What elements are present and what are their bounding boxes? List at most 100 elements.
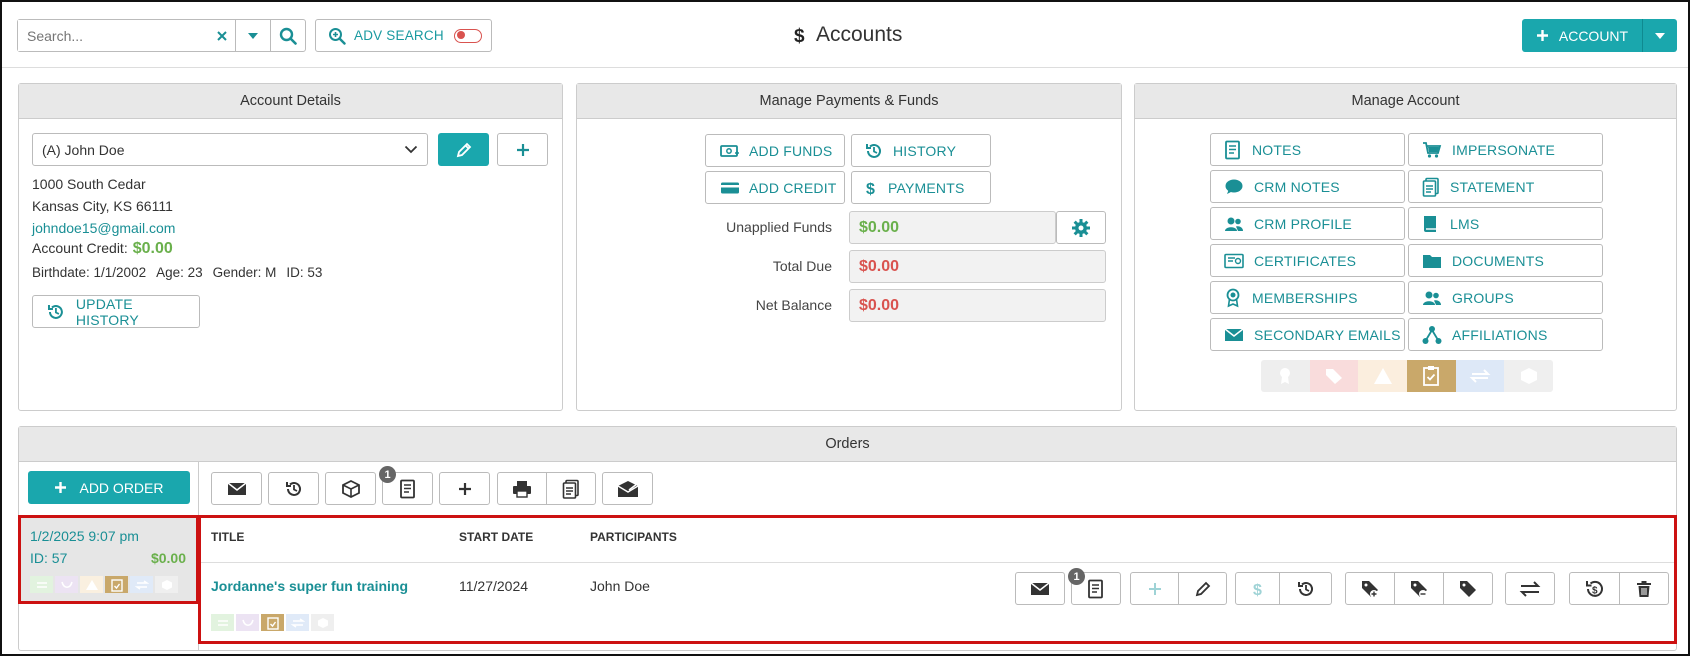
adv-search-button[interactable]: ADV SEARCH <box>315 19 492 52</box>
plus-icon <box>1148 582 1161 595</box>
item-payment-button[interactable]: $ <box>1235 572 1280 605</box>
history-icon <box>47 304 63 319</box>
item-email-button[interactable] <box>1015 572 1065 605</box>
item-participants: John Doe <box>590 578 650 594</box>
notes-icon <box>399 479 415 498</box>
order-chip-checklist <box>105 576 128 593</box>
search-dropdown-button[interactable] <box>235 20 270 51</box>
email-link[interactable]: johndoe15@gmail.com <box>32 220 175 236</box>
item-remove-tag-button[interactable] <box>1394 572 1444 605</box>
order-email-transfer-button[interactable] <box>602 472 653 505</box>
history-button[interactable]: HISTORY <box>851 134 991 167</box>
update-history-button[interactable]: UPDATE HISTORY <box>32 295 200 328</box>
book-icon <box>1424 215 1436 232</box>
crm-profile-label: CRM PROFILE <box>1254 215 1352 232</box>
status-box-chip[interactable] <box>1504 360 1553 392</box>
users-icon <box>1423 291 1441 305</box>
affiliations-label: AFFILIATIONS <box>1452 326 1548 343</box>
tag-minus-icon <box>1411 580 1427 598</box>
item-add-button[interactable] <box>1130 572 1179 605</box>
lms-label: LMS <box>1450 215 1480 232</box>
dollar-icon: $ <box>794 26 805 45</box>
groups-button[interactable]: GROUPS <box>1408 281 1603 314</box>
print-order-button[interactable] <box>497 472 547 505</box>
add-credit-button[interactable]: ADD CREDIT <box>705 171 845 204</box>
order-list-item[interactable]: 1/2/2025 9:07 pm ID: 57 $0.00 <box>18 515 199 604</box>
search-button[interactable] <box>270 20 305 51</box>
funds-settings-button[interactable] <box>1056 211 1106 244</box>
statement-button[interactable]: STATEMENT <box>1408 170 1603 203</box>
documents-button[interactable]: DOCUMENTS <box>1408 244 1603 277</box>
order-add-button[interactable] <box>439 472 490 505</box>
add-account-button[interactable]: ACCOUNT <box>1522 19 1643 52</box>
add-account-member-button[interactable] <box>497 133 548 166</box>
exchange-icon <box>134 579 149 590</box>
payments-button[interactable]: $ PAYMENTS <box>851 171 991 204</box>
exchange-icon <box>36 581 47 588</box>
tag-plus-icon <box>1362 580 1378 598</box>
status-warning-chip[interactable] <box>1358 360 1408 392</box>
item-delete-button[interactable] <box>1619 572 1669 605</box>
history-label: HISTORY <box>893 142 957 159</box>
impersonate-button[interactable]: IMPERSONATE <box>1408 133 1603 166</box>
order-box-button[interactable] <box>325 472 376 505</box>
memberships-button[interactable]: MEMBERSHIPS <box>1210 281 1405 314</box>
notes-icon <box>1088 579 1103 598</box>
clear-search-button[interactable] <box>208 20 235 51</box>
crm-notes-button[interactable]: CRM NOTES <box>1210 170 1405 203</box>
documents-label: DOCUMENTS <box>1452 252 1545 269</box>
email-order-button[interactable] <box>211 472 262 505</box>
item-title-link[interactable]: Jordanne's super fun training <box>211 578 408 594</box>
credit-card-icon <box>721 182 739 193</box>
plus-icon <box>1536 30 1548 41</box>
item-history-button[interactable] <box>1279 572 1332 605</box>
item-tag-button[interactable] <box>1443 572 1493 605</box>
edit-account-button[interactable] <box>438 133 489 166</box>
item-notes-badge: 1 <box>1068 568 1085 585</box>
order-chip-box <box>155 576 178 593</box>
status-exchange-chip[interactable] <box>1455 360 1505 392</box>
unapplied-funds-value: $0.00 <box>849 211 1056 244</box>
network-icon <box>1422 325 1442 344</box>
payments-label: PAYMENTS <box>888 179 965 196</box>
pencil-icon <box>456 142 471 157</box>
adv-search-toggle[interactable] <box>453 28 482 43</box>
account-select-value: (A) John Doe <box>42 141 125 158</box>
item-refund-button[interactable]: $ <box>1569 572 1620 605</box>
envelope-icon <box>1030 581 1050 595</box>
undo-icon <box>241 619 254 626</box>
undo-icon <box>60 581 73 588</box>
notes-icon <box>1225 140 1240 159</box>
dollar-icon: $ <box>1253 582 1262 598</box>
box-icon <box>317 617 328 628</box>
crm-profile-button[interactable]: CRM PROFILE <box>1210 207 1405 240</box>
status-checklist-chip[interactable] <box>1407 360 1456 392</box>
certificates-button[interactable]: CERTIFICATES <box>1210 244 1405 277</box>
zoom-in-icon <box>329 27 346 45</box>
orders-title: Orders <box>19 427 1676 462</box>
secondary-emails-button[interactable]: SECONDARY EMAILS <box>1210 318 1405 351</box>
status-tag-chip[interactable] <box>1309 360 1359 392</box>
order-statement-button[interactable] <box>546 472 596 505</box>
add-account-dropdown[interactable] <box>1643 32 1677 40</box>
notes-button[interactable]: NOTES <box>1210 133 1405 166</box>
add-funds-button[interactable]: ADD FUNDS <box>705 134 845 167</box>
page-title-text: Accounts <box>816 23 903 46</box>
item-transfer-button[interactable] <box>1505 572 1555 605</box>
cart-icon <box>1423 141 1442 158</box>
status-membership-chip[interactable] <box>1261 360 1310 392</box>
item-edit-button[interactable] <box>1178 572 1227 605</box>
lms-button[interactable]: LMS <box>1408 207 1603 240</box>
item-add-tag-button[interactable] <box>1345 572 1395 605</box>
affiliations-button[interactable]: AFFILIATIONS <box>1408 318 1603 351</box>
plus-icon <box>516 143 529 156</box>
order-history-button[interactable] <box>268 472 319 505</box>
search-input[interactable] <box>18 20 208 51</box>
add-order-button[interactable]: ADD ORDER <box>28 471 190 504</box>
manage-account-panel: Manage Account NOTES IMPERSONATE CRM NOT… <box>1134 83 1677 411</box>
history-icon <box>866 143 881 158</box>
payments-title: Manage Payments & Funds <box>577 84 1121 119</box>
account-select[interactable]: (A) John Doe <box>32 133 428 166</box>
total-due-value: $0.00 <box>849 250 1106 283</box>
total-due-label: Total Due <box>772 258 832 274</box>
